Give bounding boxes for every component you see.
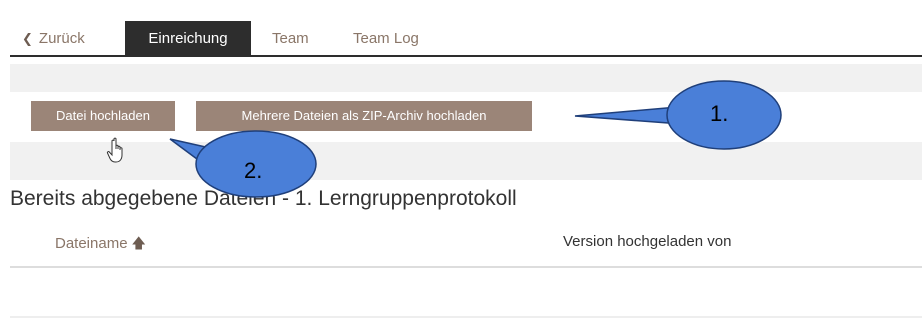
- callout-overlay: [169, 80, 782, 198]
- callout-2-number: 2.: [244, 158, 263, 183]
- callout-1-pointer: [574, 106, 683, 125]
- callout-1-number: 1.: [710, 101, 729, 126]
